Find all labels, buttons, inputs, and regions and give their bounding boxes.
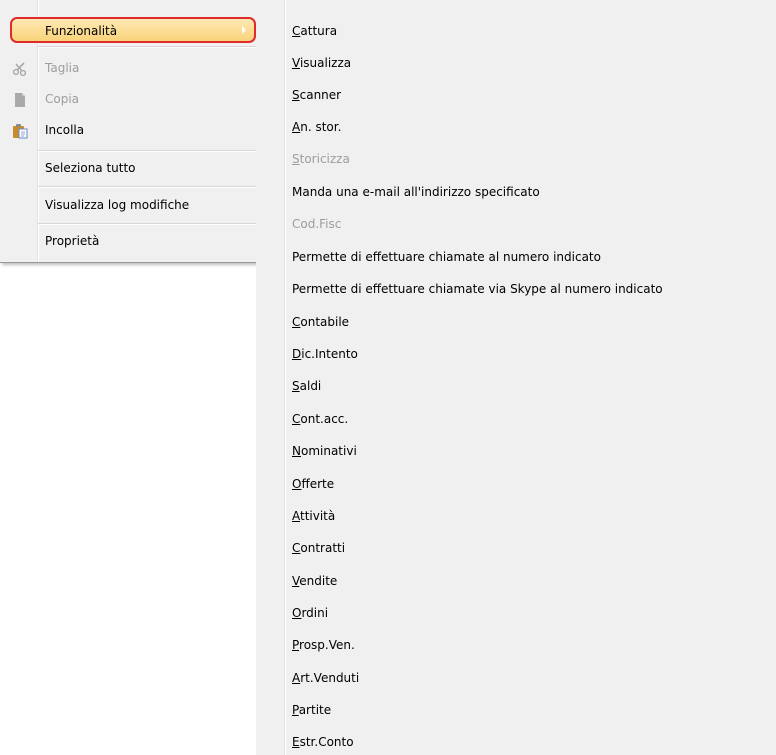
menu-item-label: Taglia bbox=[45, 61, 80, 75]
accelerator-letter: S bbox=[292, 88, 300, 102]
submenu-item-cod-fisc[interactable]: Cod.Fisc bbox=[292, 217, 341, 237]
submenu-item-label: Permette di effettuare chiamate via Skyp… bbox=[292, 282, 663, 296]
menu-separator bbox=[38, 150, 256, 152]
submenu-item-label: str.Conto bbox=[299, 735, 354, 749]
menu-item-label: Incolla bbox=[45, 123, 85, 137]
accelerator-letter: A bbox=[292, 671, 301, 685]
submenu-item-vendite[interactable]: Vendite bbox=[292, 574, 337, 594]
submenu-item-storicizza[interactable]: Storicizza bbox=[292, 152, 350, 172]
submenu-item-label: attura bbox=[300, 24, 338, 38]
accelerator-letter: N bbox=[292, 444, 301, 458]
submenu-item-saldi[interactable]: Saldi bbox=[292, 379, 321, 399]
submenu-item-attivita[interactable]: Attività bbox=[292, 509, 335, 529]
submenu-item-label: fferte bbox=[301, 477, 335, 491]
submenu-item-label: ontabile bbox=[300, 315, 350, 329]
submenu-item-chiamate-skype[interactable]: Permette di effettuare chiamate via Skyp… bbox=[292, 282, 663, 302]
menu-item-visualizza-log-modifiche[interactable]: Visualizza log modifiche bbox=[0, 195, 258, 217]
submenu-item-label: canner bbox=[299, 88, 342, 102]
submenu-item-chiamate-numero[interactable]: Permette di effettuare chiamate al numer… bbox=[292, 250, 601, 270]
accelerator-letter: E bbox=[292, 735, 300, 749]
submenu-item-estr-conto[interactable]: Estr.Conto bbox=[292, 735, 354, 755]
submenu-funzionalita: Cattura Visualizza Scanner An. stor. Sto… bbox=[256, 0, 776, 755]
submenu-item-label: ont.acc. bbox=[300, 412, 349, 426]
submenu-item-partite[interactable]: Partite bbox=[292, 703, 331, 723]
accelerator-letter: D bbox=[292, 347, 302, 361]
menu-separator bbox=[38, 46, 256, 48]
menu-separator bbox=[38, 223, 256, 225]
submenu-item-an-stor[interactable]: An. stor. bbox=[292, 120, 341, 140]
submenu-item-ordini[interactable]: Ordini bbox=[292, 606, 328, 626]
submenu-item-label: rt.Venduti bbox=[300, 671, 360, 685]
submenu-item-offerte[interactable]: Offerte bbox=[292, 477, 334, 497]
submenu-item-scanner[interactable]: Scanner bbox=[292, 88, 341, 108]
submenu-item-nominativi[interactable]: Nominativi bbox=[292, 444, 357, 464]
menu-separator bbox=[38, 186, 256, 188]
submenu-item-label: rosp.Ven. bbox=[299, 638, 355, 652]
submenu-item-contabile[interactable]: Contabile bbox=[292, 315, 349, 335]
submenu-item-contratti[interactable]: Contratti bbox=[292, 541, 345, 561]
submenu-arrow-icon bbox=[242, 26, 246, 34]
accelerator-letter: P bbox=[292, 638, 300, 652]
paste-icon bbox=[12, 123, 28, 139]
accelerator-letter: V bbox=[292, 56, 300, 70]
submenu-item-label: ominativi bbox=[300, 444, 357, 458]
menu-item-label: Proprietà bbox=[45, 234, 100, 248]
submenu-item-label: Cod.Fisc bbox=[292, 217, 342, 231]
accelerator-letter: A bbox=[292, 509, 300, 523]
submenu-gutter-divider bbox=[284, 0, 286, 755]
menu-item-funzionalita[interactable]: Funzionalità bbox=[10, 17, 256, 43]
accelerator-letter: S bbox=[292, 152, 300, 166]
accelerator-letter: A bbox=[292, 120, 301, 134]
submenu-item-label: ontratti bbox=[300, 541, 346, 555]
submenu-item-label: toricizza bbox=[299, 152, 350, 166]
menu-item-label: Seleziona tutto bbox=[45, 161, 136, 175]
submenu-item-label: Manda una e-mail all'indirizzo specifica… bbox=[292, 185, 540, 199]
menu-item-label: Copia bbox=[45, 92, 80, 106]
scissors-icon bbox=[12, 61, 28, 77]
menu-item-label: Visualizza log modifiche bbox=[45, 198, 190, 212]
menu-item-incolla[interactable]: Incolla bbox=[0, 120, 258, 142]
submenu-item-label: aldi bbox=[299, 379, 322, 393]
copy-icon bbox=[12, 92, 28, 108]
accelerator-letter: S bbox=[292, 379, 300, 393]
submenu-item-label: ic.Intento bbox=[301, 347, 358, 361]
submenu-item-cont-acc[interactable]: Cont.acc. bbox=[292, 412, 348, 432]
submenu-item-prosp-ven[interactable]: Prosp.Ven. bbox=[292, 638, 355, 658]
menu-item-copia[interactable]: Copia bbox=[0, 89, 258, 111]
menu-item-proprieta[interactable]: Proprietà bbox=[0, 231, 258, 253]
submenu-item-manda-email[interactable]: Manda una e-mail all'indirizzo specifica… bbox=[292, 185, 540, 205]
menu-item-taglia[interactable]: Taglia bbox=[0, 58, 258, 80]
submenu-item-label: Permette di effettuare chiamate al numer… bbox=[292, 250, 601, 264]
submenu-item-label: artite bbox=[298, 703, 332, 717]
submenu-item-label: endite bbox=[299, 574, 338, 588]
submenu-item-label: isualizza bbox=[299, 56, 352, 70]
submenu-item-cattura[interactable]: Cattura bbox=[292, 24, 337, 44]
submenu-item-dic-intento[interactable]: Dic.Intento bbox=[292, 347, 358, 367]
submenu-item-label: ttività bbox=[300, 509, 336, 523]
menu-item-label: Funzionalità bbox=[45, 24, 118, 38]
context-menu: Funzionalità Taglia Copia Incolla Selezi… bbox=[0, 0, 259, 263]
submenu-item-label: rdini bbox=[301, 606, 329, 620]
submenu-item-art-venduti[interactable]: Art.Venduti bbox=[292, 671, 359, 691]
submenu-item-label: n. stor. bbox=[300, 120, 342, 134]
accelerator-letter: P bbox=[292, 703, 299, 717]
menu-item-seleziona-tutto[interactable]: Seleziona tutto bbox=[0, 158, 258, 180]
submenu-item-visualizza[interactable]: Visualizza bbox=[292, 56, 351, 76]
